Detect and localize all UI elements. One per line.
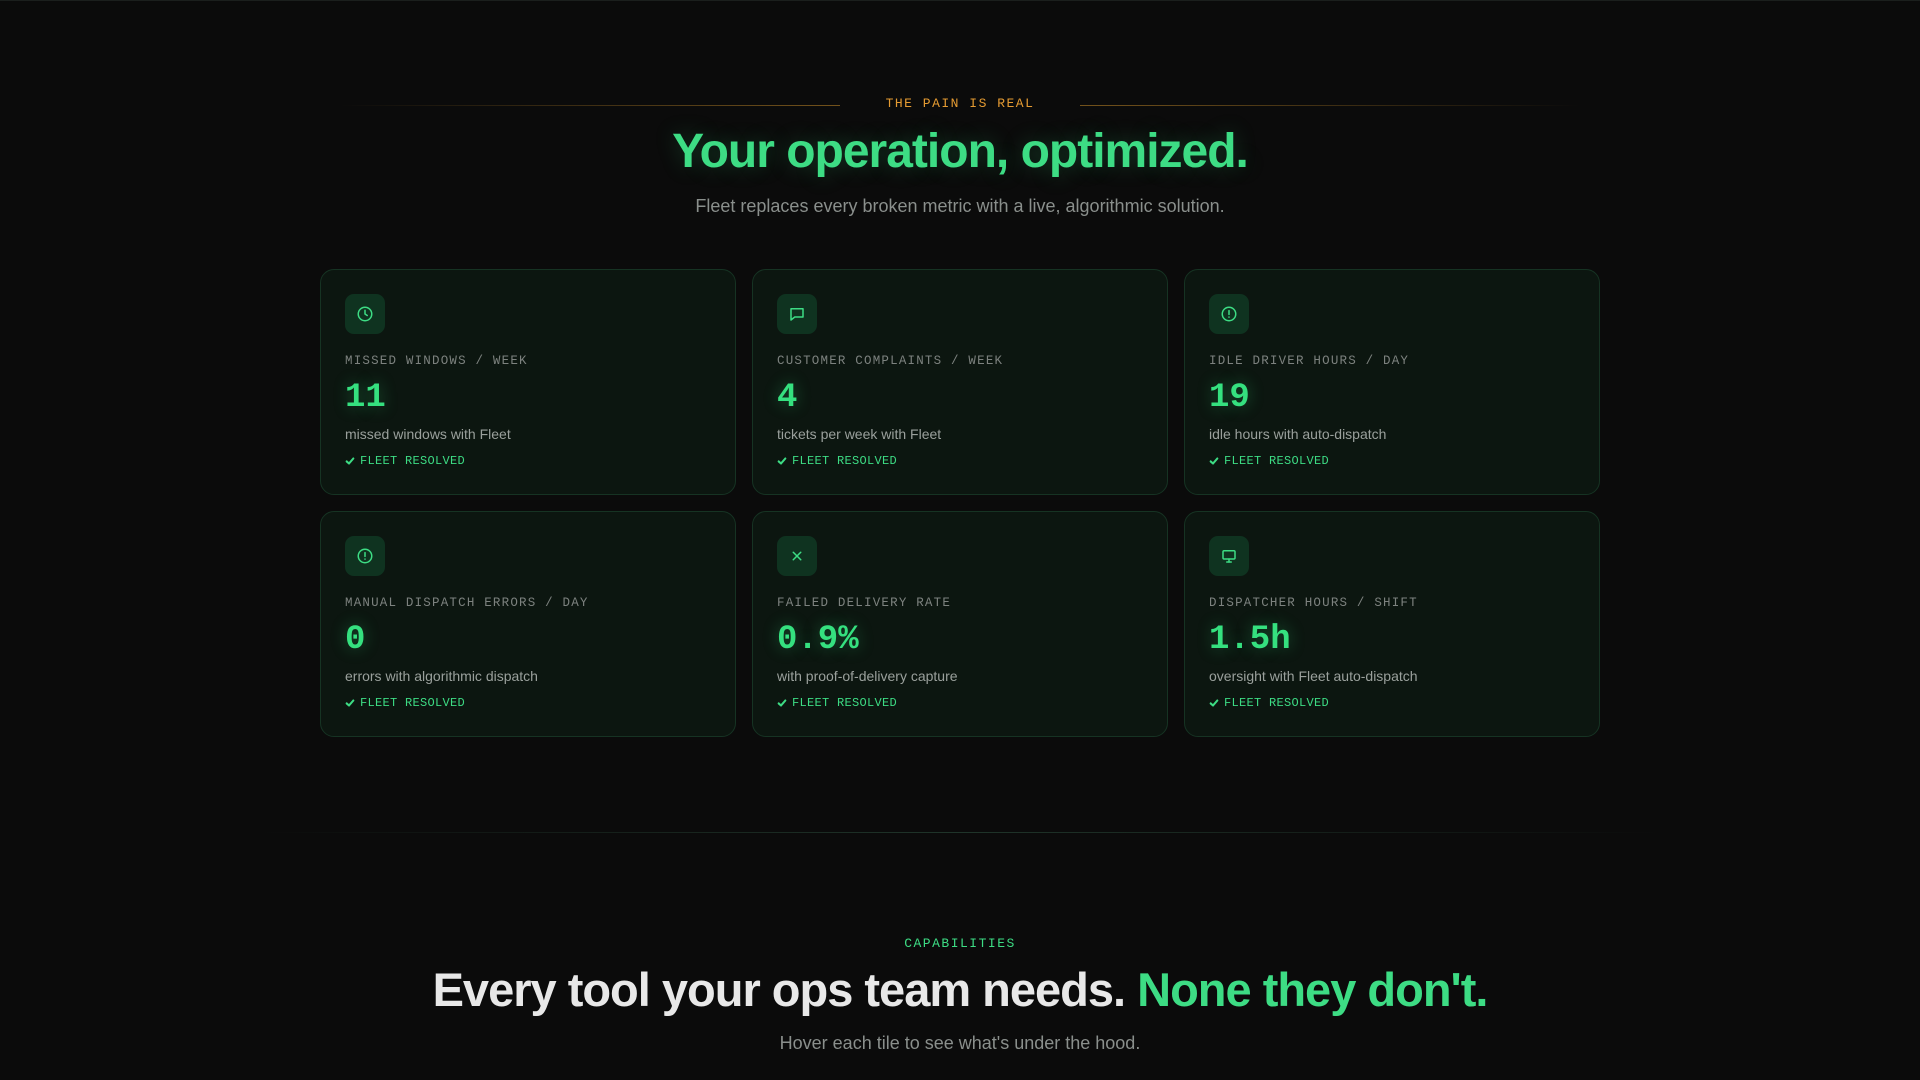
- capabilities-title-main: Every tool your ops team needs.: [432, 963, 1126, 1016]
- metric-status: FLEET RESOLVED: [1209, 696, 1575, 710]
- check-icon: [345, 457, 355, 465]
- metric-value: 0.9%: [777, 621, 859, 659]
- alert-circle-icon: [345, 536, 385, 576]
- pain-title: Your operation, optimized.: [672, 125, 1249, 178]
- page: THE PAIN IS REAL Your operation, optimiz…: [0, 0, 1920, 1080]
- metric-label: FAILED DELIVERY RATE: [777, 596, 952, 610]
- top-border: [0, 0, 1920, 1]
- x-icon: [777, 536, 817, 576]
- capabilities-eyebrow: CAPABILITIES: [904, 936, 1016, 951]
- metric-card: DISPATCHER HOURS / SHIFT 1.5h oversight …: [1184, 511, 1600, 737]
- metric-status-label: FLEET RESOLVED: [1224, 454, 1330, 468]
- metric-label: DISPATCHER HOURS / SHIFT: [1209, 596, 1418, 610]
- metric-status-label: FLEET RESOLVED: [360, 696, 466, 710]
- metric-label: MANUAL DISPATCH ERRORS / DAY: [345, 596, 589, 610]
- check-icon: [777, 699, 787, 707]
- monitor-icon: [1209, 536, 1249, 576]
- metric-status-label: FLEET RESOLVED: [1224, 696, 1330, 710]
- alert-circle-icon: [1209, 294, 1249, 334]
- metric-description: idle hours with auto-dispatch: [1209, 426, 1387, 442]
- pain-eyebrow-row: THE PAIN IS REAL: [340, 96, 1580, 112]
- message-icon: [777, 294, 817, 334]
- metric-description: tickets per week with Fleet: [777, 426, 942, 442]
- metric-status-label: FLEET RESOLVED: [792, 696, 898, 710]
- metric-card: MISSED WINDOWS / WEEK 11 missed windows …: [320, 269, 736, 495]
- metric-card: FAILED DELIVERY RATE 0.9% with proof-of-…: [752, 511, 1168, 737]
- metric-status: FLEET RESOLVED: [777, 696, 1143, 710]
- metric-status: FLEET RESOLVED: [345, 454, 711, 468]
- check-icon: [1209, 457, 1219, 465]
- metric-card: MANUAL DISPATCH ERRORS / DAY 0 errors wi…: [320, 511, 736, 737]
- metric-status: FLEET RESOLVED: [345, 696, 711, 710]
- eyebrow-line-right: [1080, 105, 1580, 106]
- check-icon: [777, 457, 787, 465]
- metric-value: 1.5h: [1209, 621, 1291, 659]
- check-icon: [1209, 699, 1219, 707]
- metric-description: with proof-of-delivery capture: [777, 668, 958, 684]
- section-divider: [260, 832, 1660, 833]
- metric-label: IDLE DRIVER HOURS / DAY: [1209, 354, 1410, 368]
- capabilities-title-accent: None they don't.: [1137, 963, 1488, 1016]
- metric-description: errors with algorithmic dispatch: [345, 668, 538, 684]
- capabilities-subtitle: Hover each tile to see what's under the …: [779, 1033, 1141, 1053]
- check-icon: [345, 699, 355, 707]
- metric-label: CUSTOMER COMPLAINTS / WEEK: [777, 354, 1004, 368]
- metric-value: 11: [345, 379, 386, 417]
- capabilities-title: Every tool your ops team needs. None the…: [0, 962, 1920, 1017]
- metric-description: oversight with Fleet auto-dispatch: [1209, 668, 1418, 684]
- pain-eyebrow: THE PAIN IS REAL: [885, 96, 1035, 111]
- metric-value: 19: [1209, 379, 1250, 417]
- pain-subtitle: Fleet replaces every broken metric with …: [695, 196, 1225, 216]
- metric-card: IDLE DRIVER HOURS / DAY 19 idle hours wi…: [1184, 269, 1600, 495]
- metric-value: 4: [777, 379, 798, 417]
- metric-description: missed windows with Fleet: [345, 426, 511, 442]
- metric-status: FLEET RESOLVED: [777, 454, 1143, 468]
- metric-value: 0: [345, 621, 366, 659]
- clock-icon: [345, 294, 385, 334]
- metric-status: FLEET RESOLVED: [1209, 454, 1575, 468]
- metric-status-label: FLEET RESOLVED: [360, 454, 466, 468]
- metric-status-label: FLEET RESOLVED: [792, 454, 898, 468]
- metric-label: MISSED WINDOWS / WEEK: [345, 354, 528, 368]
- metric-card: CUSTOMER COMPLAINTS / WEEK 4 tickets per…: [752, 269, 1168, 495]
- metrics-grid: MISSED WINDOWS / WEEK 11 missed windows …: [320, 269, 1600, 737]
